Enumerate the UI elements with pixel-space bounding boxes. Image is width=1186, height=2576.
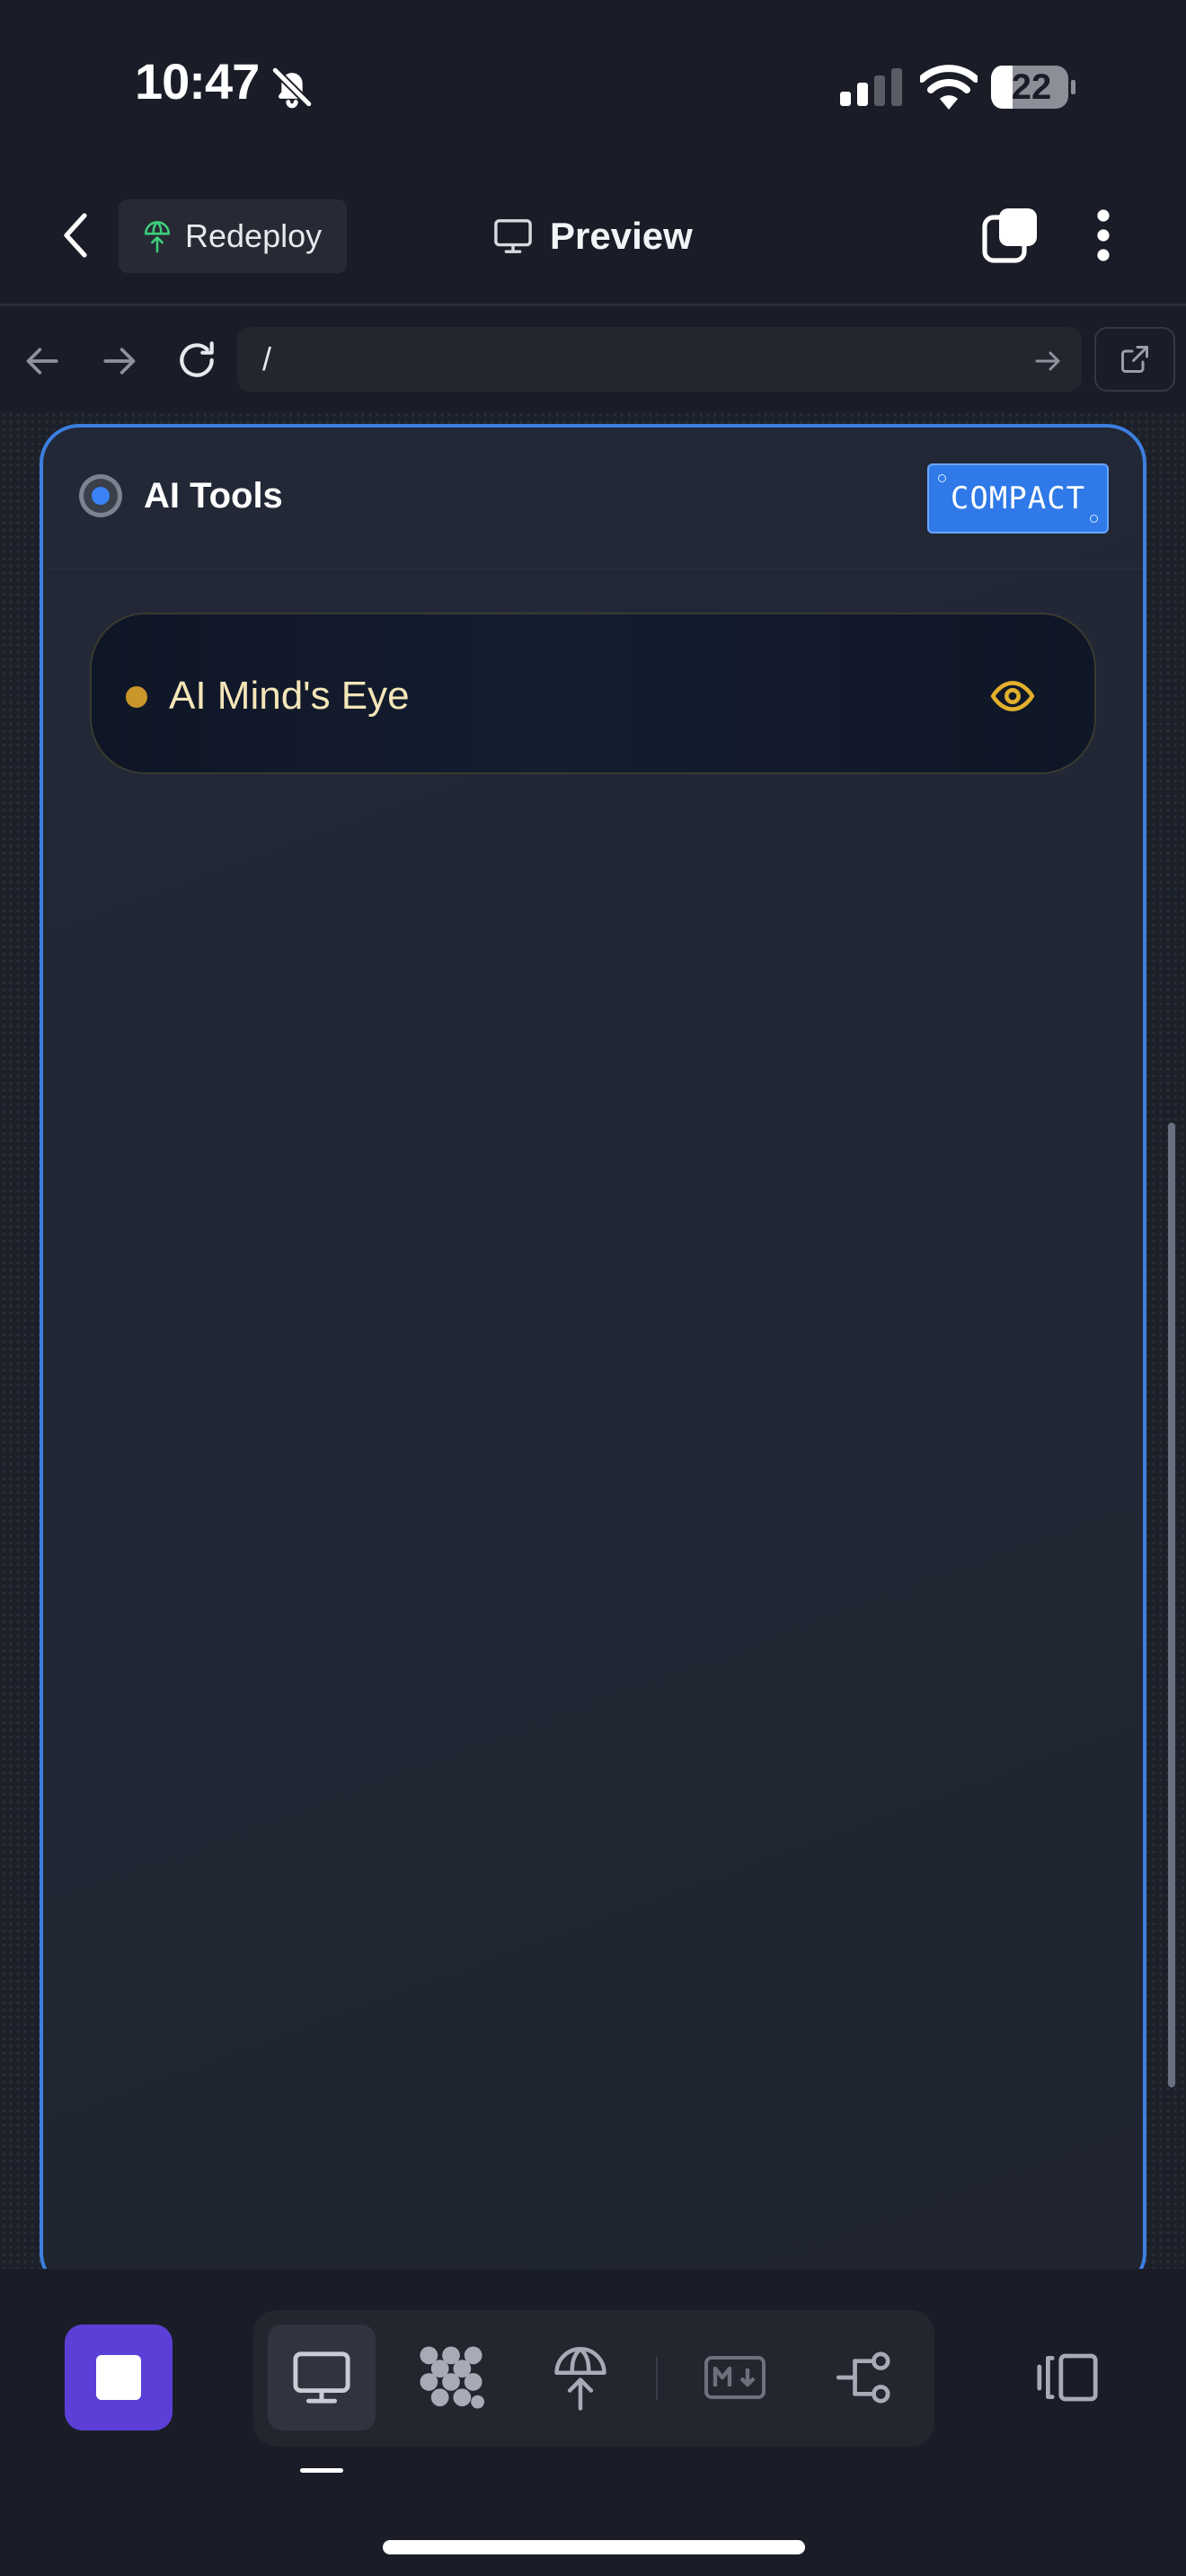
toolbar-divider: [656, 2357, 658, 2400]
markdown-button[interactable]: [681, 2325, 789, 2430]
apps-button[interactable]: [397, 2325, 505, 2430]
eye-icon[interactable]: [990, 674, 1035, 719]
home-indicator[interactable]: [383, 2540, 805, 2554]
url-input[interactable]: /: [237, 327, 1082, 392]
open-external-button[interactable]: [1094, 327, 1175, 392]
chevron-left-icon[interactable]: [54, 210, 101, 260]
status-dot: [126, 686, 147, 708]
panel-toggle-button[interactable]: [1013, 2325, 1121, 2430]
radio-icon: [79, 474, 122, 517]
flow-button[interactable]: [810, 2325, 918, 2430]
deploy-button[interactable]: [527, 2325, 634, 2430]
globe-upload-icon: [144, 221, 171, 253]
panel-icon: [1037, 2353, 1098, 2402]
markdown-icon: [704, 2356, 766, 2399]
monitor-icon: [293, 2351, 350, 2404]
header-divider: [0, 304, 1186, 306]
battery-level: 22: [1011, 67, 1052, 107]
tool-label: AI Mind's Eye: [169, 674, 410, 718]
app-title: AI Tools: [144, 476, 283, 516]
wifi-icon: [920, 65, 978, 110]
stop-icon: [96, 2355, 141, 2400]
stop-button[interactable]: [65, 2325, 173, 2430]
scrollbar[interactable]: [1168, 1123, 1175, 2087]
app-frame: AI Tools COMPACT AI Mind's Eye: [40, 424, 1146, 2292]
page-title-label: Preview: [550, 215, 693, 257]
flow-icon: [836, 2351, 890, 2404]
compact-button[interactable]: COMPACT: [927, 463, 1109, 534]
deploy-icon: [554, 2347, 606, 2411]
more-vertical-icon[interactable]: [1091, 208, 1116, 262]
cellular-signal-icon: [840, 68, 902, 106]
external-link-icon: [1121, 346, 1148, 373]
redeploy-label: Redeploy: [185, 217, 323, 254]
tabs-icon[interactable]: [981, 207, 1039, 264]
monitor-icon: [494, 219, 532, 253]
app-header: AI Tools COMPACT: [43, 428, 1143, 569]
active-tab-indicator: [300, 2468, 343, 2473]
preview-tab-button[interactable]: [268, 2325, 376, 2430]
arrow-left-icon[interactable]: [23, 341, 63, 381]
arrow-right-icon[interactable]: [99, 341, 138, 381]
redeploy-button[interactable]: Redeploy: [119, 199, 347, 273]
tool-card[interactable]: AI Mind's Eye: [90, 613, 1096, 774]
bell-slash-icon: [270, 66, 314, 109]
compact-label: COMPACT: [950, 481, 1086, 516]
page-title: Preview: [492, 208, 693, 264]
apps-icon: [420, 2346, 484, 2409]
status-time: 10:47: [135, 53, 260, 110]
reload-icon[interactable]: [174, 338, 219, 383]
go-arrow-icon[interactable]: [1031, 345, 1064, 377]
